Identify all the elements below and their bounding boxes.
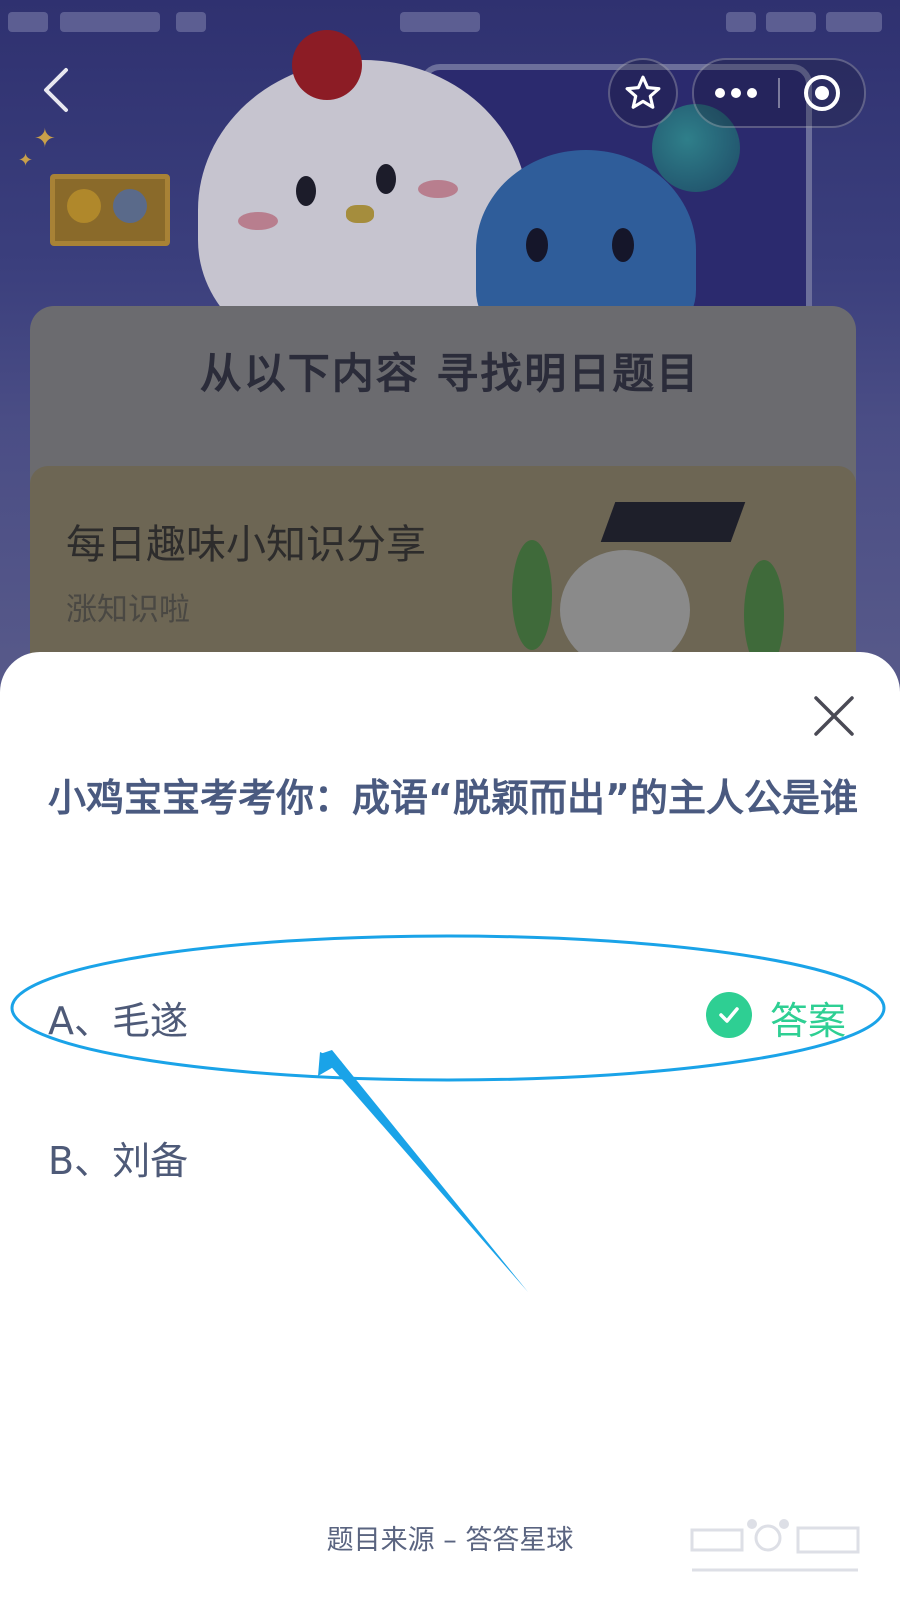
baidu-jingyan-watermark-logo: [690, 1519, 860, 1572]
annotation-arrow-shaft: [320, 1050, 528, 1292]
annotation-ellipse: [10, 934, 886, 1082]
annotation-overlay: [10, 934, 886, 1292]
